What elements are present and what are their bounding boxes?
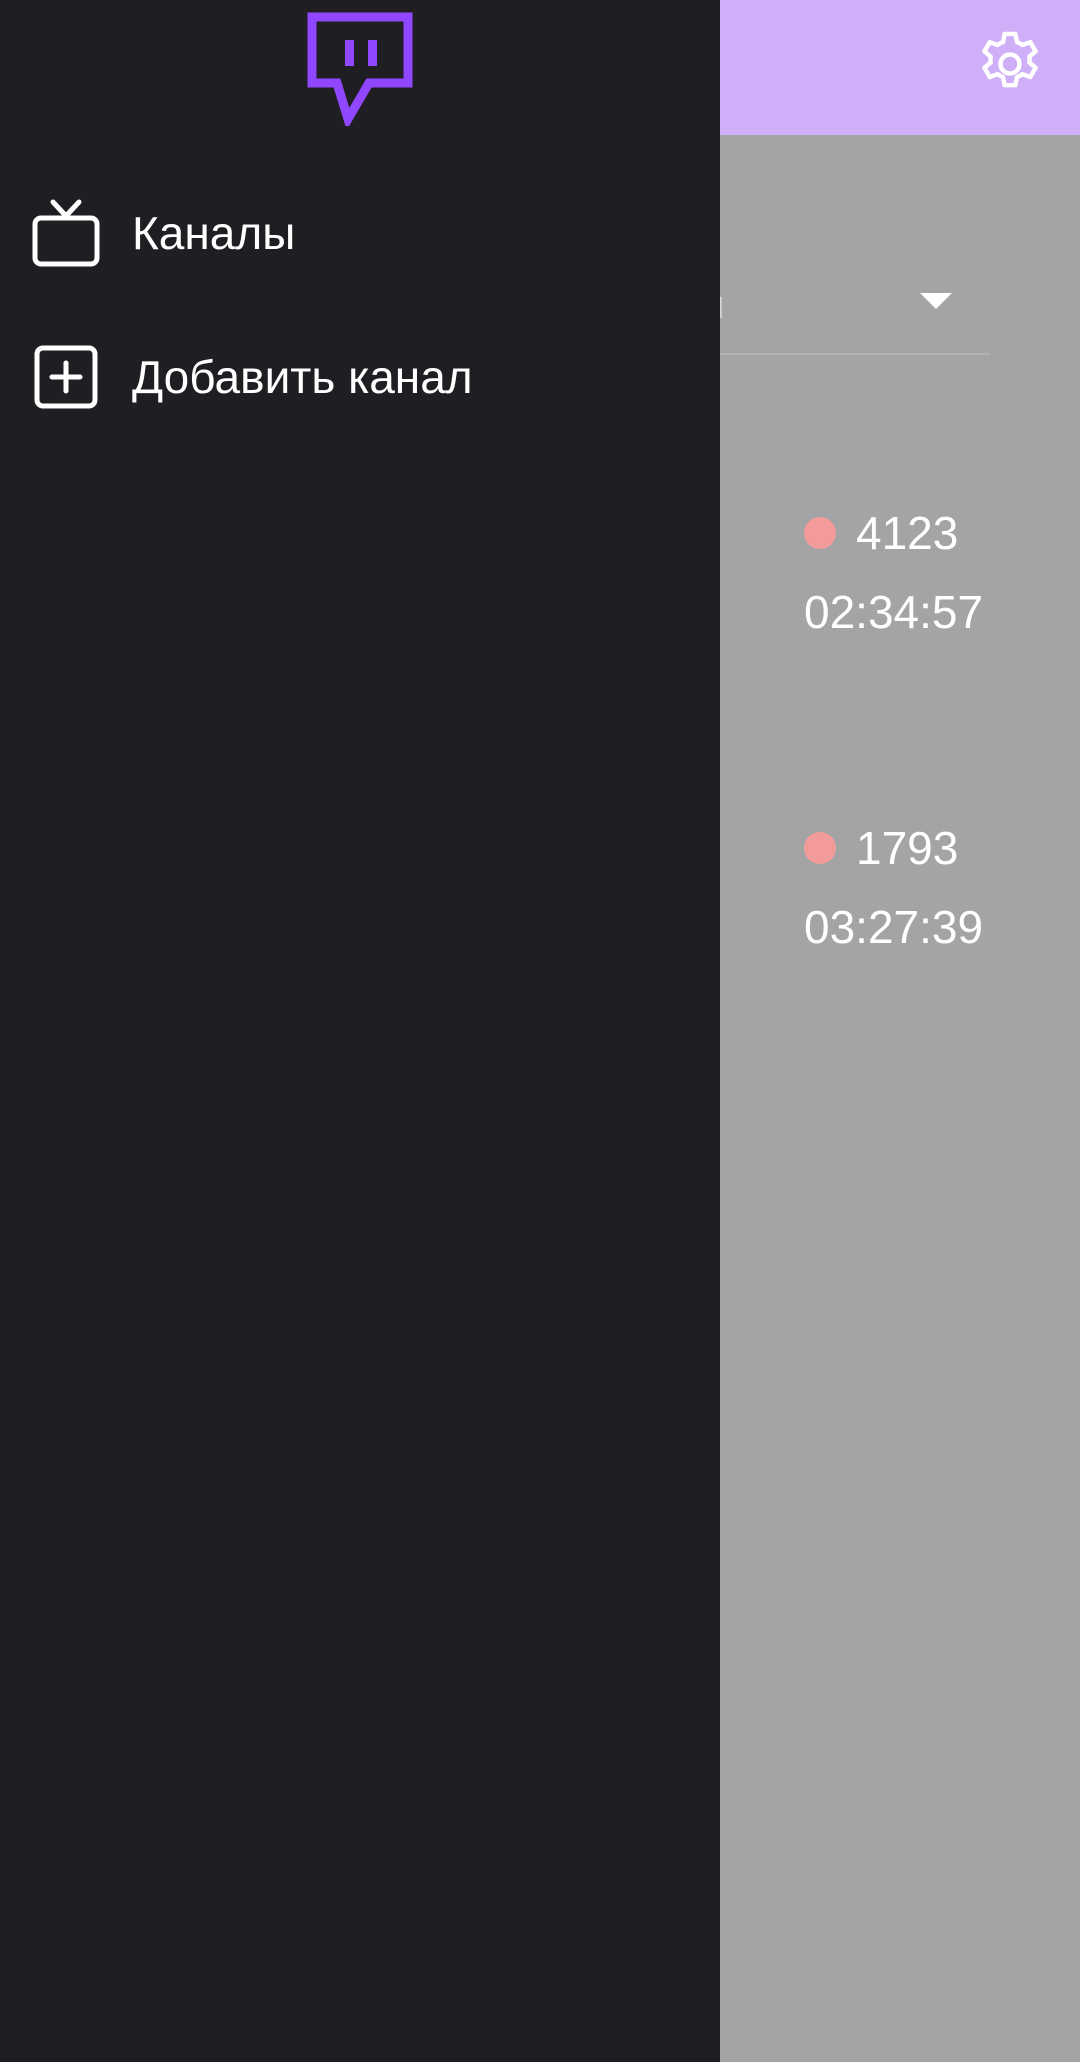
screen: ин 4123 02:34:57 1793 03:27:39 Каналы [0,0,1080,2062]
viewers-row: 4123 [804,503,1064,563]
nav-item-label: Добавить канал [132,351,473,403]
add-box-icon [34,345,98,409]
stream-uptime: 02:34:57 [804,586,984,638]
viewer-count: 4123 [856,507,959,559]
gear-icon [982,31,1038,88]
stream-stats: 1793 03:27:39 [804,818,1064,954]
settings-button[interactable] [968,22,1052,106]
stream-uptime: 03:27:39 [804,901,984,953]
viewers-row: 1793 [804,818,1064,878]
tv-icon [32,199,100,267]
stream-stats: 4123 02:34:57 [804,503,1064,639]
nav-item-label: Каналы [132,207,296,259]
live-indicator-icon [804,517,836,549]
live-indicator-icon [804,832,836,864]
nav-item-add-channel[interactable]: Добавить канал [0,317,720,437]
dropdown-arrow-icon [920,293,952,309]
viewer-count: 1793 [856,822,959,874]
navigation-drawer: Каналы Добавить канал [0,0,720,2062]
nav-item-channels[interactable]: Каналы [0,173,720,293]
twitch-logo-icon [307,12,413,126]
